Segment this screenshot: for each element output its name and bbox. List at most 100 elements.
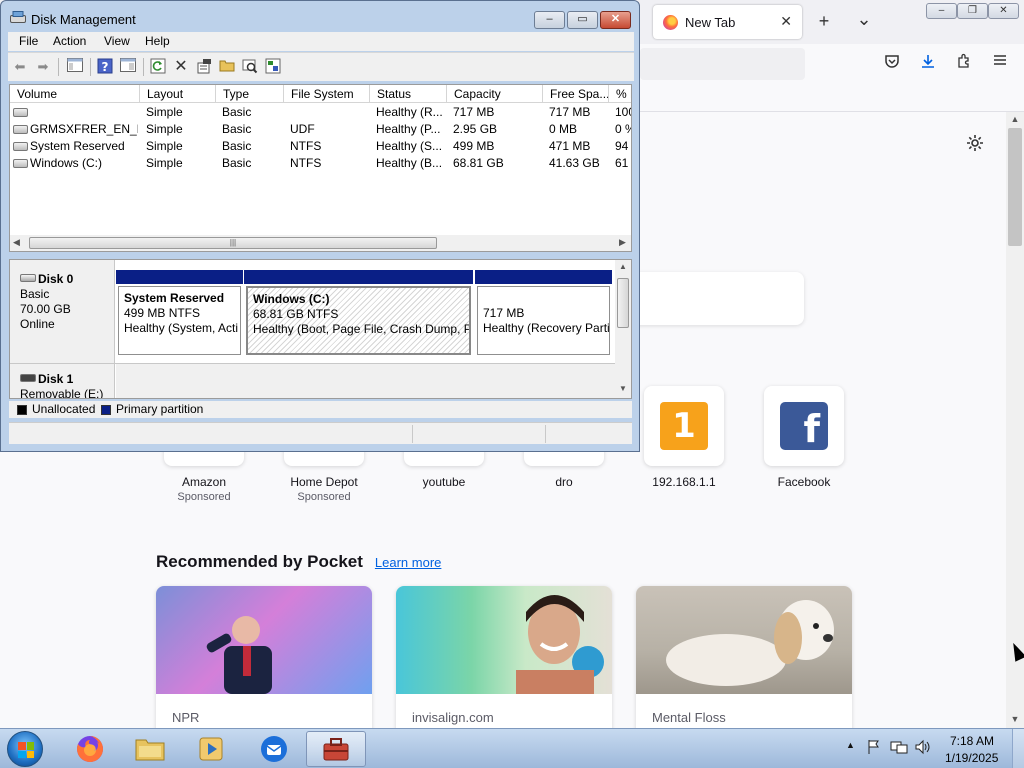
menu-action[interactable]: Action (53, 34, 86, 48)
show-hide-console-tree-icon[interactable] (66, 58, 84, 76)
partition-status: Healthy (Boot, Page File, Crash Dump, Pr (253, 322, 471, 336)
column-percent-free[interactable]: % F (609, 85, 631, 103)
explore-search-icon[interactable] (241, 58, 259, 76)
taskbar-thunderbird[interactable] (244, 731, 304, 767)
scroll-down-arrow-icon[interactable]: ▼ (619, 384, 627, 393)
url-bar[interactable] (640, 48, 805, 80)
partition-recovery[interactable]: 717 MB Healthy (Recovery Parti (475, 270, 612, 357)
column-free-space[interactable]: Free Spa... (543, 85, 609, 103)
shortcut-192-168-1-1[interactable]: 1 192.168.1.1 (644, 386, 724, 489)
partition-windows-c[interactable]: Windows (C:) 68.81 GB NTFS Healthy (Boot… (244, 270, 473, 357)
pocket-card-invisalign[interactable]: invisalign.com (396, 586, 612, 728)
menu-icon[interactable] (990, 53, 1010, 73)
cell-type: Basic (222, 156, 252, 170)
scroll-thumb[interactable] (617, 278, 629, 328)
disk-settings-icon[interactable] (264, 58, 282, 76)
scroll-thumb[interactable]: ||| (29, 237, 437, 249)
show-desktop-button[interactable] (1012, 729, 1024, 768)
close-button[interactable]: ✕ (600, 11, 631, 29)
volume-row[interactable]: Simple Basic Healthy (R... 717 MB 717 MB… (10, 104, 631, 121)
scroll-up-arrow-icon[interactable]: ▲ (619, 262, 627, 271)
clock-date[interactable]: 1/19/2025 (945, 751, 998, 765)
column-file-system[interactable]: File System (284, 85, 370, 103)
cell-free-space: 471 MB (549, 139, 591, 153)
delete-icon[interactable]: ✕ (172, 58, 190, 76)
volume-list[interactable]: Volume Layout Type File System Status Ca… (9, 84, 632, 252)
show-hide-action-pane-icon[interactable] (119, 58, 137, 76)
gear-icon[interactable] (966, 134, 984, 157)
refresh-icon[interactable] (149, 58, 167, 76)
tab-new-tab[interactable]: New Tab ✕ (653, 5, 802, 39)
shortcut-facebook[interactable]: f Facebook (764, 386, 844, 489)
column-status[interactable]: Status (370, 85, 447, 103)
pocket-card-mental-floss[interactable]: Mental Floss (636, 586, 852, 728)
disk-0-label[interactable]: Disk 0 Basic 70.00 GB Online (10, 260, 115, 363)
scroll-right-arrow-icon[interactable]: ▶ (619, 237, 626, 248)
cell-percent-free: 100 (615, 105, 631, 119)
menu-file[interactable]: File (19, 34, 38, 48)
disk-1-label[interactable]: Disk 1 Removable (E:) (10, 364, 115, 398)
scroll-down-arrow-icon[interactable]: ▼ (1006, 714, 1024, 724)
show-hidden-icon[interactable]: ▲ (846, 740, 855, 750)
scroll-left-arrow-icon[interactable]: ◀ (13, 237, 20, 248)
shortcut-name: Facebook (777, 475, 831, 489)
router-tile: 1 (644, 386, 724, 466)
taskbar-firefox[interactable] (60, 731, 120, 767)
partition-box: Windows (C:) 68.81 GB NTFS Healthy (Boot… (246, 286, 471, 355)
page-scrollbar[interactable]: ▲ ▼ (1006, 112, 1024, 728)
partition-system-reserved[interactable]: System Reserved 499 MB NTFS Healthy (Sys… (116, 270, 243, 357)
invisalign-story-image (396, 586, 612, 694)
list-all-tabs-button[interactable]: ⌄ (852, 8, 876, 30)
legend-swatch-unallocated (17, 405, 27, 415)
volume-row[interactable]: GRMSXFRER_EN_D... Simple Basic UDF Healt… (10, 121, 631, 138)
new-tab-button[interactable]: + (812, 10, 836, 32)
vertical-scrollbar[interactable]: ▲ ▼ (615, 260, 631, 398)
minimize-button[interactable]: – (926, 3, 957, 19)
extensions-icon[interactable] (954, 53, 974, 73)
clock-time[interactable]: 7:18 AM (950, 734, 994, 748)
download-icon[interactable] (918, 53, 938, 73)
start-button[interactable] (7, 731, 43, 767)
properties-icon[interactable] (195, 58, 213, 76)
pocket-icon[interactable] (882, 53, 902, 73)
column-volume[interactable]: Volume (10, 85, 140, 103)
minimize-button[interactable]: – (534, 11, 565, 29)
shortcut-name: dro (555, 475, 573, 489)
menu-view[interactable]: View (104, 34, 130, 48)
learn-more-link[interactable]: Learn more (375, 555, 441, 570)
disk-management-app-icon (10, 11, 26, 23)
open-folder-icon[interactable] (218, 58, 236, 76)
partition-name: Windows (C:) (253, 292, 330, 306)
window-title: Disk Management (31, 12, 136, 27)
disk-graphical-view[interactable]: Disk 0 Basic 70.00 GB Online System Rese… (9, 259, 632, 399)
maximize-button[interactable]: ▭ (567, 11, 598, 29)
column-type[interactable]: Type (216, 85, 284, 103)
action-center-flag-icon[interactable] (866, 739, 882, 758)
restore-button[interactable]: ❐ (957, 3, 988, 19)
help-icon[interactable]: ? (96, 58, 114, 76)
pocket-card-npr[interactable]: NPR (156, 586, 372, 728)
menu-help[interactable]: Help (145, 34, 170, 48)
volume-row[interactable]: System Reserved Simple Basic NTFS Health… (10, 138, 631, 155)
volume-row[interactable]: Windows (C:) Simple Basic NTFS Healthy (… (10, 155, 631, 172)
volume-icon[interactable] (914, 739, 932, 758)
disk-management-window: Disk Management – ▭ ✕ File Action View H… (0, 0, 640, 452)
scroll-up-arrow-icon[interactable]: ▲ (1006, 114, 1024, 124)
taskbar-media-player[interactable] (181, 731, 241, 767)
column-capacity[interactable]: Capacity (447, 85, 543, 103)
toolbar-separator (90, 58, 91, 76)
tab-close-icon[interactable]: ✕ (780, 13, 792, 30)
title-bar[interactable]: Disk Management – ▭ ✕ (1, 1, 639, 31)
close-button[interactable]: ✕ (988, 3, 1019, 19)
cell-type: Basic (222, 122, 252, 136)
cell-percent-free: 94 (615, 139, 629, 153)
column-layout[interactable]: Layout (140, 85, 216, 103)
horizontal-scrollbar[interactable]: ◀ ||| ▶ (10, 235, 631, 251)
taskbar-explorer[interactable] (120, 731, 180, 767)
taskbar-computer-management[interactable] (306, 731, 366, 767)
forward-arrow-icon[interactable]: ➡ (34, 58, 52, 76)
back-arrow-icon[interactable]: ⬅ (11, 58, 29, 76)
facebook-logo-icon: f (780, 402, 828, 451)
network-icon[interactable] (890, 739, 908, 758)
scroll-thumb[interactable] (1008, 128, 1022, 246)
